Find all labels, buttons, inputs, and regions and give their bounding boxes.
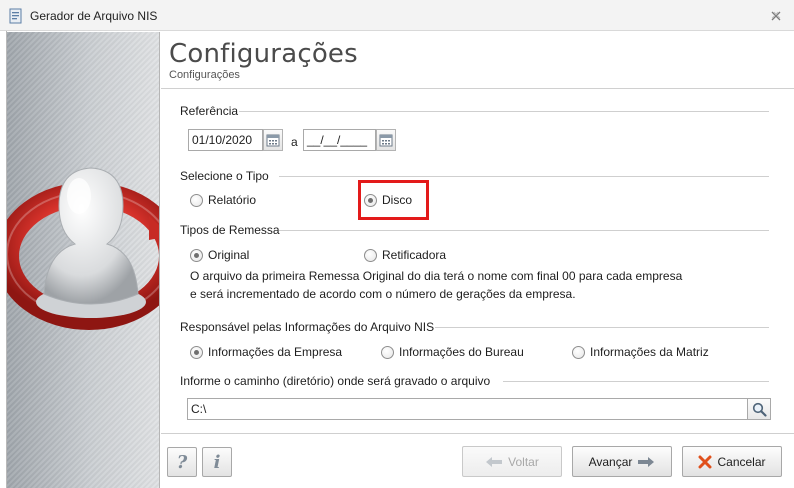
radio-indicator xyxy=(364,248,377,262)
title-bar: Gerador de Arquivo NIS xyxy=(0,0,794,31)
document-app-icon xyxy=(9,8,22,24)
page-subtitle: Configurações xyxy=(169,69,240,81)
info-icon: i xyxy=(213,451,221,473)
calendar-icon xyxy=(266,134,280,147)
radio-original[interactable]: Original xyxy=(190,248,249,262)
radio-retificadora[interactable]: Retificadora xyxy=(364,248,446,262)
divider xyxy=(239,111,769,112)
tipo-label: Selecione o Tipo xyxy=(180,169,269,183)
cancel-x-icon xyxy=(698,455,712,468)
help-button[interactable]: ? xyxy=(167,447,197,477)
radio-relatorio[interactable]: Relatório xyxy=(190,193,256,207)
wizard-side-banner xyxy=(7,32,160,488)
window-title: Gerador de Arquivo NIS xyxy=(30,9,158,23)
wizard-content: Configurações Configurações Referência 0… xyxy=(161,32,794,488)
date-to-calendar-button[interactable] xyxy=(376,129,396,151)
divider xyxy=(503,381,769,382)
help-icon: ? xyxy=(176,451,188,473)
date-from-field[interactable]: 01/10/2020 xyxy=(188,129,263,151)
page-title: Configurações xyxy=(169,39,358,69)
back-button-label: Voltar xyxy=(508,454,539,469)
arrow-right-icon xyxy=(638,456,655,467)
remessa-info-line-2: e será incrementado de acordo com o núme… xyxy=(190,287,576,301)
cancel-button[interactable]: Cancelar xyxy=(682,446,782,477)
radio-retificadora-label: Retificadora xyxy=(382,248,447,262)
arrow-left-icon xyxy=(486,456,503,467)
radio-relatorio-label: Relatório xyxy=(208,193,257,207)
responsavel-label: Responsável pelas Informações do Arquivo… xyxy=(180,320,435,334)
info-button[interactable]: i xyxy=(202,447,232,477)
date-from-calendar-button[interactable] xyxy=(263,129,283,151)
highlight-box xyxy=(358,180,429,220)
radio-informacoes-matriz[interactable]: Informações da Matriz xyxy=(572,345,709,359)
radio-matriz-label: Informações da Matriz xyxy=(590,345,709,359)
divider xyxy=(161,433,794,434)
cancel-button-label: Cancelar xyxy=(717,454,766,469)
close-icon xyxy=(771,11,781,21)
radio-bureau-label: Informações do Bureau xyxy=(399,345,524,359)
caminho-label: Informe o caminho (diretório) onde será … xyxy=(180,374,491,388)
radio-indicator xyxy=(190,248,203,262)
divider xyxy=(279,230,769,231)
radio-informacoes-bureau[interactable]: Informações do Bureau xyxy=(381,345,524,359)
radio-empresa-label: Informações da Empresa xyxy=(208,345,343,359)
remessa-info-line-1: O arquivo da primeira Remessa Original d… xyxy=(190,269,683,283)
divider xyxy=(435,327,769,328)
radio-indicator xyxy=(190,345,203,359)
next-button-label: Avançar xyxy=(588,454,633,469)
radio-indicator xyxy=(190,193,203,207)
referencia-label: Referência xyxy=(180,104,239,118)
radio-informacoes-empresa[interactable]: Informações da Empresa xyxy=(190,345,342,359)
search-icon xyxy=(752,402,767,417)
user-stamp-illustration xyxy=(7,167,159,330)
close-button[interactable] xyxy=(764,6,788,26)
next-button[interactable]: Avançar xyxy=(572,446,672,477)
browse-path-button[interactable] xyxy=(747,398,771,420)
divider xyxy=(161,88,794,89)
remessa-label: Tipos de Remessa xyxy=(180,223,280,237)
divider xyxy=(279,176,769,177)
date-to-field[interactable]: __/__/____ xyxy=(303,129,376,151)
calendar-icon xyxy=(379,134,393,147)
radio-indicator xyxy=(572,345,585,359)
back-button[interactable]: Voltar xyxy=(462,446,562,477)
radio-indicator xyxy=(381,345,394,359)
path-input[interactable]: C:\ xyxy=(187,398,749,420)
radio-original-label: Original xyxy=(208,248,250,262)
date-separator: a xyxy=(291,135,298,149)
